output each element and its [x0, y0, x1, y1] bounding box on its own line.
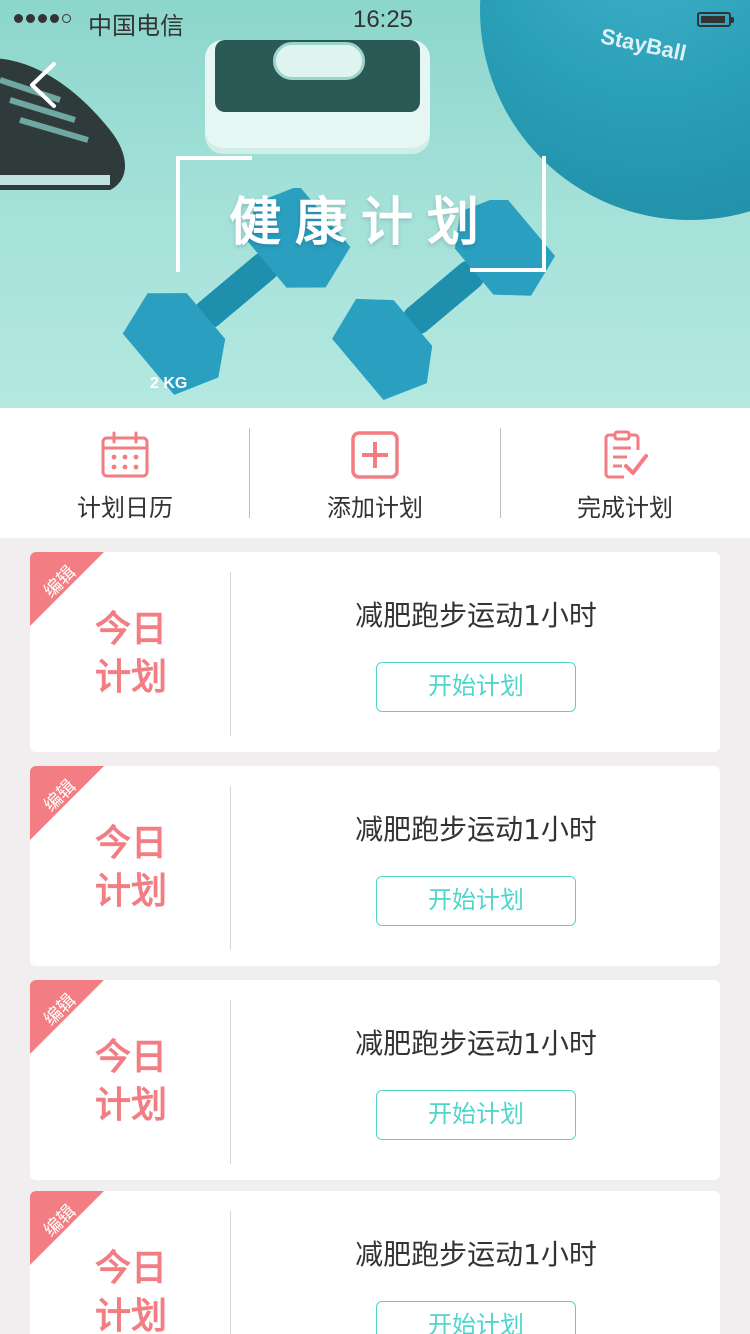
start-plan-button[interactable]: 开始计划: [376, 1090, 576, 1140]
checklist-icon: [604, 430, 648, 479]
plan-title: 减肥跑步运动1小时: [355, 599, 597, 632]
start-plan-button[interactable]: 开始计划: [376, 1301, 576, 1334]
card-divider: [230, 572, 231, 736]
start-plan-button[interactable]: 开始计划: [376, 662, 576, 712]
plan-card: 编辑 今日 计划 减肥跑步运动1小时 开始计划: [30, 980, 720, 1180]
plan-title: 减肥跑步运动1小时: [355, 813, 597, 846]
hero-title-frame: 健康计划: [176, 156, 546, 272]
plan-card: 编辑 今日 计划 减肥跑步运动1小时 开始计划: [30, 766, 720, 966]
dumbbell-weight-label: 2 KG: [150, 375, 187, 392]
back-arrow-icon[interactable]: [24, 58, 68, 112]
today-plan-badge: 今日 计划: [94, 609, 167, 698]
plan-title: 减肥跑步运动1小时: [355, 1238, 597, 1271]
hero-title: 健康计划: [228, 193, 493, 253]
add-plan-button[interactable]: 添加计划: [250, 408, 500, 538]
card-divider: [230, 786, 231, 950]
calendar-action-label: 计划日历: [77, 494, 173, 522]
add-plan-label: 添加计划: [327, 494, 423, 522]
status-bar: 中国电信 16:25: [0, 0, 750, 40]
battery-icon: [697, 12, 734, 27]
calendar-icon: [101, 431, 149, 478]
start-plan-button[interactable]: 开始计划: [376, 876, 576, 926]
card-divider: [230, 1211, 231, 1334]
action-bar: 计划日历 添加计划 完成计划: [0, 408, 750, 538]
plan-title: 减肥跑步运动1小时: [355, 1027, 597, 1060]
today-plan-badge: 今日 计划: [94, 823, 167, 912]
card-divider: [230, 1000, 231, 1164]
plan-card: 编辑 今日 计划 减肥跑步运动1小时 开始计划: [30, 552, 720, 752]
plus-square-icon: [351, 431, 399, 479]
today-plan-badge: 今日 计划: [94, 1037, 167, 1126]
today-plan-badge: 今日 计划: [94, 1248, 167, 1334]
calendar-action-button[interactable]: 计划日历: [0, 408, 250, 538]
completed-plans-button[interactable]: 完成计划: [500, 408, 750, 538]
plan-card: 编辑 今日 计划 减肥跑步运动1小时 开始计划: [30, 1191, 720, 1334]
hero-banner: StayBall 2 KG 健康计划: [0, 0, 750, 408]
completed-plans-label: 完成计划: [577, 494, 673, 522]
status-time: 16:25: [352, 6, 414, 33]
bathroom-scale-image: [205, 40, 430, 148]
